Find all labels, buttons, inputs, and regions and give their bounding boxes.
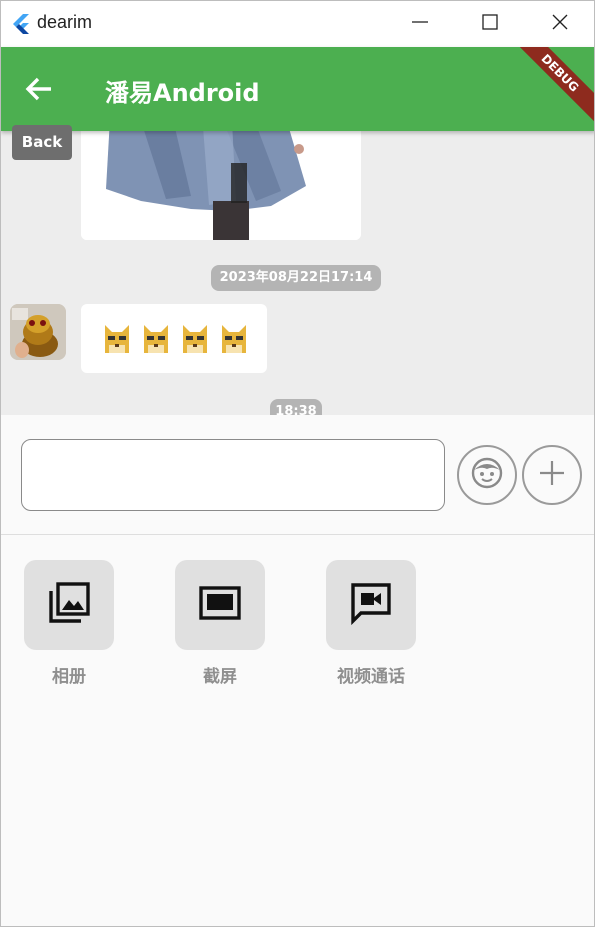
doge-icon bbox=[179, 323, 211, 355]
emoji-face-icon bbox=[470, 456, 504, 494]
tool-panel: 相册 截屏 视频通话 bbox=[1, 536, 594, 926]
tool-screenshot-label: 截屏 bbox=[203, 667, 237, 687]
screenshot-icon bbox=[198, 581, 242, 629]
tool-video-call[interactable]: 视频通话 bbox=[306, 560, 436, 687]
maximize-icon bbox=[480, 12, 500, 36]
emoji-button[interactable] bbox=[457, 445, 517, 505]
app-window: dearim 潘易Android DEBUG Back 2023年08月22日1… bbox=[0, 0, 595, 927]
timestamp-chip: 2023年08月22日17:14 bbox=[211, 265, 381, 291]
composer bbox=[1, 415, 594, 535]
emoji-message[interactable] bbox=[81, 304, 267, 373]
tool-album-label: 相册 bbox=[52, 667, 86, 687]
flutter-logo-icon bbox=[9, 12, 33, 36]
tool-album-button[interactable] bbox=[24, 560, 114, 650]
arrow-back-icon[interactable] bbox=[23, 73, 55, 105]
tool-screenshot[interactable]: 截屏 bbox=[155, 560, 285, 687]
image-message[interactable] bbox=[81, 131, 361, 240]
tool-screenshot-button[interactable] bbox=[175, 560, 265, 650]
maximize-button[interactable] bbox=[455, 1, 525, 47]
doge-icon bbox=[140, 323, 172, 355]
window-titlebar: dearim bbox=[1, 1, 594, 47]
close-button[interactable] bbox=[525, 1, 594, 47]
plus-button[interactable] bbox=[522, 445, 582, 505]
close-icon bbox=[550, 12, 570, 36]
minimize-button[interactable] bbox=[385, 1, 455, 47]
page-title: 潘易Android bbox=[105, 79, 260, 107]
timestamp-chip: 18:38 bbox=[270, 399, 322, 415]
debug-banner: DEBUG bbox=[503, 47, 594, 130]
golden-figurine-avatar[interactable] bbox=[10, 304, 66, 360]
video-chat-icon bbox=[349, 581, 393, 629]
tool-video-call-label: 视频通话 bbox=[337, 667, 405, 687]
plus-icon bbox=[537, 458, 567, 492]
doge-icon bbox=[101, 323, 133, 355]
message-input[interactable] bbox=[21, 439, 445, 511]
photo-library-icon bbox=[47, 581, 91, 629]
photo-thumbnail bbox=[81, 131, 361, 240]
tool-album[interactable]: 相册 bbox=[4, 560, 134, 687]
message-list[interactable]: 2023年08月22日17:14 18:38 bbox=[1, 131, 594, 415]
app-bar: 潘易Android DEBUG bbox=[1, 47, 594, 131]
tool-video-call-button[interactable] bbox=[326, 560, 416, 650]
minimize-icon bbox=[410, 12, 430, 36]
window-title: dearim bbox=[37, 12, 93, 32]
doge-icon bbox=[218, 323, 250, 355]
back-tooltip: Back bbox=[12, 125, 72, 160]
